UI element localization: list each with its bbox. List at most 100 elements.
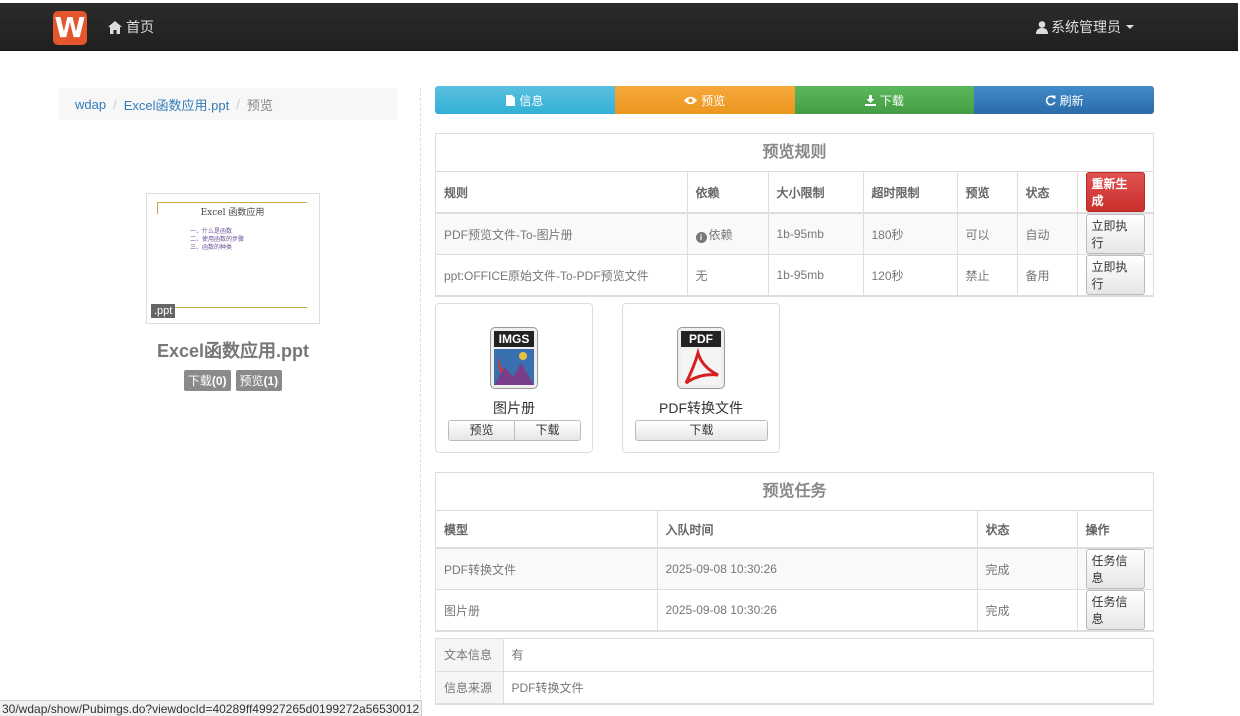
thumb-slide-item: 二、使用函数的步骤 <box>190 236 245 243</box>
pdf-icon-label: PDF <box>681 331 721 347</box>
home-icon <box>108 20 122 34</box>
breadcrumb: wdap / Excel函数应用.ppt / 预览 <box>58 88 398 120</box>
info-button[interactable]: 信息 <box>435 86 615 114</box>
preview-tasks-panel: 预览任务 模型 入队时间 状态 操作 PDF转换文件 2025-09-08 10… <box>435 472 1154 632</box>
task-queue-time: 2025-09-08 10:30:26 <box>657 589 978 631</box>
browser-status-url: 30/wdap/show/Pubimgs.do?viewdocId=40289f… <box>0 700 423 716</box>
pdf-swirl-icon <box>681 347 721 385</box>
preview-rules-title: 预览规则 <box>436 134 1153 172</box>
column-header: 依赖 <box>687 172 769 214</box>
document-info-table: 文本信息 有 信息来源 PDF转换文件 <box>436 639 1153 704</box>
column-header-actions: 重新生成 <box>1077 172 1153 214</box>
document-thumbnail[interactable]: Excel 函数应用 一、什么是函数 二、使用函数的步骤 三、函数的种类 .pp… <box>146 193 320 324</box>
download-button[interactable]: 下载 <box>794 86 975 114</box>
imgs-file-icon: IMGS <box>490 327 538 389</box>
format-card-buttons: 下载 <box>635 420 768 441</box>
user-icon <box>1036 20 1048 34</box>
user-menu[interactable]: 系统管理员 <box>1036 17 1134 37</box>
task-action-cell: 任务信息 <box>1077 548 1153 590</box>
nav-home-label: 首页 <box>126 19 154 35</box>
format-card-imgs: IMGS 图片册 预览 下载 <box>435 303 593 453</box>
task-model: 图片册 <box>436 589 658 631</box>
download-button-label: 下载 <box>879 93 904 108</box>
rule-dependency: 无 <box>687 254 769 296</box>
regenerate-button[interactable]: 重新生成 <box>1085 172 1145 212</box>
info-value: PDF转换文件 <box>503 671 1153 704</box>
task-info-button[interactable]: 任务信息 <box>1085 549 1145 589</box>
imgs-icon-label: IMGS <box>494 331 534 347</box>
execute-now-button[interactable]: 立即执行 <box>1085 214 1145 254</box>
document-badges: 下载(0) 预览(1) <box>146 370 320 391</box>
preview-rules-table: 规则 依赖 大小限制 超时限制 预览 状态 重新生成 PDF预览文件-To-图片… <box>436 172 1153 296</box>
eye-icon <box>684 96 698 104</box>
task-status: 完成 <box>977 548 1078 590</box>
refresh-button[interactable]: 刷新 <box>974 86 1154 114</box>
table-header-row: 规则 依赖 大小限制 超时限制 预览 状态 重新生成 <box>436 172 1153 214</box>
thumb-slide-items: 一、什么是函数 二、使用函数的步骤 三、函数的种类 <box>190 228 244 252</box>
user-menu-label: 系统管理员 <box>1051 19 1121 35</box>
rule-preview: 可以 <box>957 213 1018 255</box>
info-value: 有 <box>503 639 1153 672</box>
format-card-pdf: PDF PDF转换文件 下载 <box>622 303 780 453</box>
rule-action-cell: 立即执行 <box>1077 254 1153 296</box>
preview-tasks-title: 预览任务 <box>436 473 1153 511</box>
format-preview-button[interactable]: 预览 <box>449 421 514 440</box>
rule-action-cell: 立即执行 <box>1077 213 1153 255</box>
download-count-badge[interactable]: 下载(0) <box>183 370 231 391</box>
pdf-file-icon: PDF <box>677 327 725 389</box>
table-row: 信息来源 PDF转换文件 <box>436 671 1153 704</box>
column-header: 入队时间 <box>657 511 978 549</box>
format-card-name: PDF转换文件 <box>659 400 743 416</box>
thumb-slide-rule <box>171 307 307 308</box>
table-row: 图片册 2025-09-08 10:30:26 完成 任务信息 <box>436 589 1153 631</box>
thumb-slide-title: Excel 函数应用 <box>157 202 307 218</box>
download-icon <box>864 94 876 106</box>
rule-preview: 禁止 <box>957 254 1018 296</box>
table-row: ppt:OFFICE原始文件-To-PDF预览文件 无 1b-95mb 120秒… <box>436 254 1153 296</box>
preview-button[interactable]: 预览 <box>614 86 795 114</box>
column-header: 规则 <box>436 172 688 214</box>
column-header: 超时限制 <box>863 172 958 214</box>
execute-now-button[interactable]: 立即执行 <box>1085 255 1145 295</box>
table-row: PDF预览文件-To-图片册 i 依赖 1b-95mb 180秒 可以 自动 立即… <box>436 213 1153 255</box>
breadcrumb-item-root[interactable]: wdap <box>75 97 106 112</box>
info-button-label: 信息 <box>519 93 544 108</box>
info-circle-icon: i <box>695 231 707 243</box>
thumb-slide-item: 三、函数的种类 <box>190 244 233 251</box>
format-card-name: 图片册 <box>493 400 535 416</box>
rule-timeout: 180秒 <box>863 213 958 255</box>
breadcrumb-separator: / <box>113 96 117 112</box>
rule-dependency: i 依赖 <box>687 213 769 255</box>
rule-name: ppt:OFFICE原始文件-To-PDF预览文件 <box>436 254 688 296</box>
rule-size-limit: 1b-95mb <box>768 213 864 255</box>
rule-name: PDF预览文件-To-图片册 <box>436 213 688 255</box>
rule-status: 备用 <box>1017 254 1078 296</box>
task-action-cell: 任务信息 <box>1077 589 1153 631</box>
column-divider <box>420 88 421 716</box>
refresh-icon <box>1045 94 1056 105</box>
thumb-slide-item: 一、什么是函数 <box>190 228 233 235</box>
breadcrumb-item-file[interactable]: Excel函数应用.ppt <box>124 95 229 114</box>
preview-button-label: 预览 <box>701 93 726 108</box>
task-model: PDF转换文件 <box>436 548 658 590</box>
breadcrumb-separator: / <box>236 96 240 112</box>
column-header: 操作 <box>1077 511 1153 549</box>
rule-status: 自动 <box>1017 213 1078 255</box>
task-queue-time: 2025-09-08 10:30:26 <box>657 548 978 590</box>
document-filename: Excel函数应用.ppt <box>156 341 310 361</box>
brand-logo[interactable]: W <box>53 11 87 45</box>
format-download-button[interactable]: 下载 <box>636 421 767 440</box>
action-toolbar: 信息 预览 下载 刷新 <box>435 86 1154 114</box>
nav-home-link[interactable]: 首页 <box>108 17 154 37</box>
table-row: PDF转换文件 2025-09-08 10:30:26 完成 任务信息 <box>436 548 1153 590</box>
info-key: 信息来源 <box>436 671 504 704</box>
preview-count-badge[interactable]: 预览(1) <box>235 370 283 391</box>
format-download-button[interactable]: 下载 <box>514 421 580 440</box>
task-info-button[interactable]: 任务信息 <box>1085 590 1145 630</box>
column-header: 预览 <box>957 172 1018 214</box>
column-header: 状态 <box>1017 172 1078 214</box>
info-key: 文本信息 <box>436 639 504 672</box>
file-icon <box>506 94 516 106</box>
preview-tasks-table: 模型 入队时间 状态 操作 PDF转换文件 2025-09-08 10:30:2… <box>436 511 1153 631</box>
task-status: 完成 <box>977 589 1078 631</box>
